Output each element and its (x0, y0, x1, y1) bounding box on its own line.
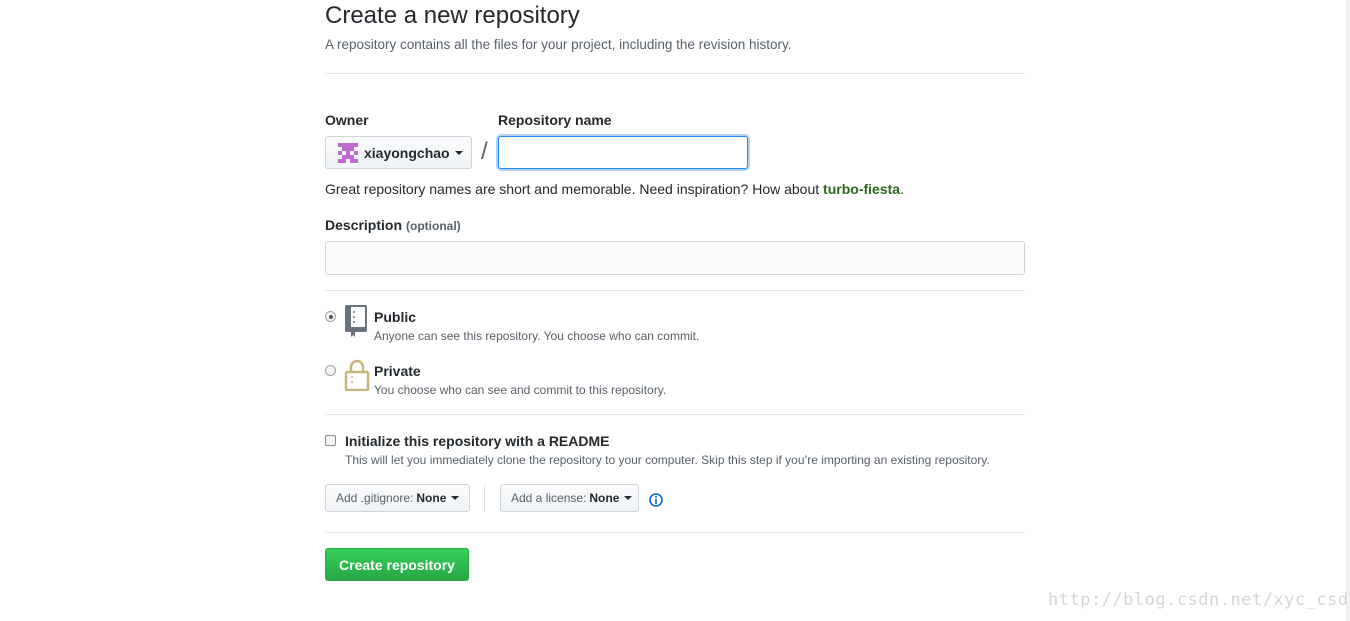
owner-avatar-icon (338, 142, 358, 163)
repo-name-input[interactable] (498, 136, 748, 169)
scrollbar-track[interactable] (1346, 0, 1350, 621)
description-input[interactable] (325, 241, 1025, 275)
owner-name: xiayongchao (364, 144, 450, 161)
gitignore-prefix: Add .gitignore: (336, 491, 414, 505)
repo-name-hint: Great repository names are short and mem… (325, 181, 904, 197)
public-radio[interactable] (325, 311, 336, 322)
owner-label: Owner (325, 112, 369, 128)
owner-repo-separator: / (481, 138, 488, 165)
watermark: http://blog.csdn.net/xyc_csdn (1048, 590, 1350, 610)
gitignore-value: None (416, 491, 447, 505)
header-divider (325, 73, 1025, 74)
hint-text: Great repository names are short and mem… (325, 181, 824, 197)
chevron-down-icon (454, 150, 463, 155)
create-repository-button[interactable]: Create repository (325, 548, 469, 581)
owner-select[interactable]: xiayongchao (325, 136, 472, 169)
description-label-text: Description (325, 217, 403, 233)
license-value: None (589, 491, 620, 505)
license-select[interactable]: Add a license: None (500, 484, 639, 512)
gitignore-select[interactable]: Add .gitignore: None (325, 484, 470, 512)
info-icon[interactable] (649, 493, 663, 507)
description-divider (325, 290, 1025, 291)
readme-checkbox[interactable] (325, 435, 336, 446)
public-description: Anyone can see this repository. You choo… (374, 329, 700, 343)
license-prefix: Add a license: (511, 491, 587, 505)
readme-title: Initialize this repository with a README (345, 433, 610, 449)
actions-divider (325, 532, 1025, 533)
hint-period: . (900, 181, 904, 197)
lock-icon (344, 359, 370, 391)
private-title: Private (374, 363, 421, 379)
page-subtitle: A repository contains all the files for … (325, 37, 792, 52)
page-title: Create a new repository (325, 2, 580, 29)
description-label: Description (optional) (325, 217, 461, 233)
repo-book-icon (345, 305, 367, 337)
select-separator (484, 484, 485, 512)
public-title: Public (374, 309, 417, 325)
description-optional: (optional) (406, 219, 461, 233)
chevron-down-icon (451, 496, 460, 500)
readme-description: This will let you immediately clone the … (345, 453, 990, 467)
private-radio[interactable] (325, 365, 336, 376)
private-description: You choose who can see and commit to thi… (374, 383, 667, 397)
chevron-down-icon (624, 496, 633, 500)
repo-name-label: Repository name (498, 112, 612, 128)
name-suggestion-link[interactable]: turbo-fiesta (823, 181, 900, 197)
visibility-divider (325, 414, 1025, 415)
